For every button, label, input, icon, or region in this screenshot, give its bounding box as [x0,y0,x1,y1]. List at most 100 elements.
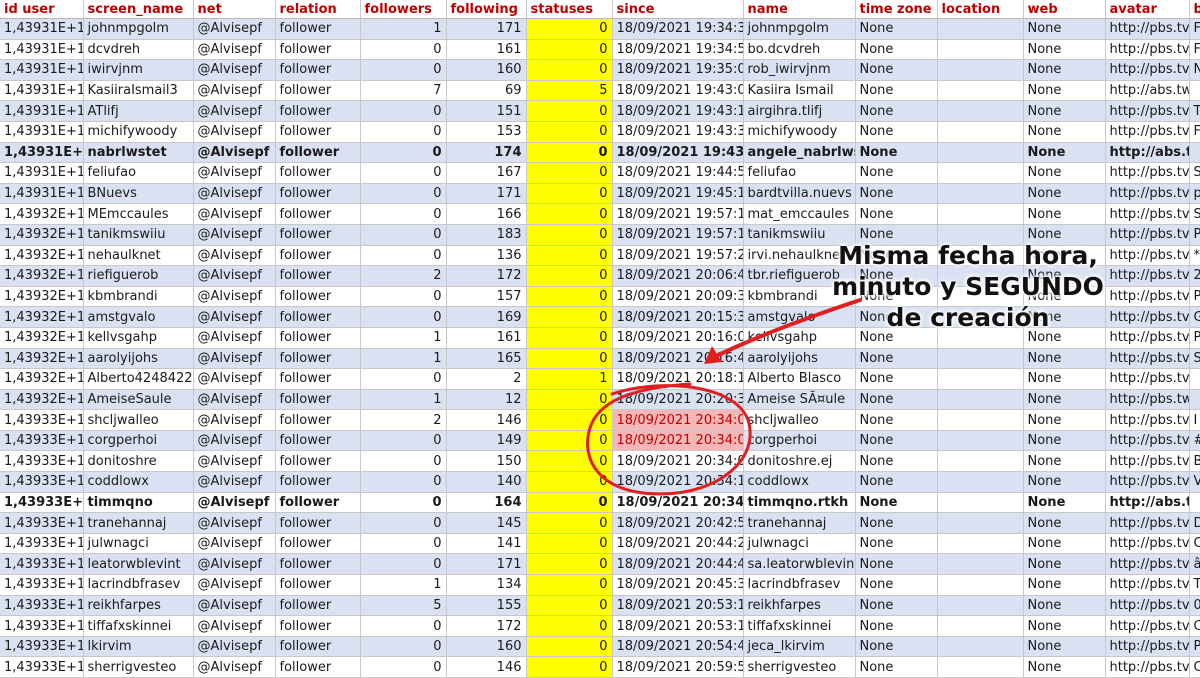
cell-location[interactable] [937,409,1024,431]
cell-net[interactable]: @Alvisepf [193,389,276,411]
cell-relation[interactable]: follower [275,492,361,514]
cell-web[interactable]: None [1023,203,1106,225]
cell-net[interactable]: @Alvisepf [193,100,276,122]
cell-location[interactable] [937,492,1024,514]
header-since[interactable]: since [612,0,744,19]
cell-following[interactable]: 171 [446,183,527,205]
cell-followers[interactable]: 0 [360,512,447,534]
cell-avatar[interactable]: http://pbs.tv [1105,183,1190,205]
cell-time-zone[interactable]: None [855,348,938,370]
cell-net[interactable]: @Alvisepf [193,59,276,81]
cell-net[interactable]: @Alvisepf [193,615,276,637]
cell-screen-name[interactable]: leatorwblevint [83,553,194,576]
cell-since[interactable]: 18/09/2021 19:43:35 [612,142,744,164]
cell-time-zone[interactable]: None [855,430,938,452]
cell-since[interactable]: 18/09/2021 19:57:15 [612,203,744,225]
cell-id-user[interactable]: 1,43933E+18 [0,430,84,452]
cell-net[interactable]: @Alvisepf [193,245,276,267]
cell-id-user[interactable]: 1,43931E+18 [0,39,84,61]
cell-relation[interactable]: follower [275,615,361,637]
cell-net[interactable]: @Alvisepf [193,656,276,678]
cell-web[interactable]: None [1023,430,1106,452]
cell-b[interactable]: 02 [1189,595,1200,617]
cell-name[interactable]: bardtvilla.nuevs [743,183,856,205]
cell-following[interactable]: 12 [446,389,527,411]
cell-since[interactable]: 18/09/2021 19:35:07 [612,59,744,81]
cell-followers[interactable]: 5 [360,595,447,617]
cell-statuses[interactable]: 0 [526,348,613,370]
cell-statuses[interactable]: 0 [526,18,613,40]
cell-avatar[interactable]: http://pbs.tv [1105,203,1190,225]
cell-time-zone[interactable]: None [855,142,938,164]
cell-location[interactable] [937,183,1024,205]
cell-avatar[interactable]: http://pbs.tv [1105,18,1190,40]
cell-following[interactable]: 183 [446,224,527,246]
cell-id-user[interactable]: 1,43931E+18 [0,59,84,81]
cell-net[interactable]: @Alvisepf [193,430,276,452]
cell-followers[interactable]: 0 [360,203,447,225]
cell-id-user[interactable]: 1,43933E+18 [0,512,84,534]
cell-b[interactable]: Be [1189,450,1200,473]
cell-web[interactable]: None [1023,615,1106,637]
cell-web[interactable]: None [1023,100,1106,122]
cell-statuses[interactable]: 0 [526,327,613,349]
cell-name[interactable]: timmqno.rtkh [743,492,856,514]
cell-id-user[interactable]: 1,43933E+18 [0,492,84,514]
cell-b[interactable]: #l [1189,430,1200,452]
cell-net[interactable]: @Alvisepf [193,512,276,534]
cell-id-user[interactable]: 1,43933E+18 [0,409,84,431]
cell-name[interactable]: airgihra.tlifj [743,100,856,122]
cell-location[interactable] [937,553,1024,576]
cell-followers[interactable]: 0 [360,100,447,122]
cell-time-zone[interactable]: None [855,203,938,225]
cell-id-user[interactable]: 1,43932E+18 [0,327,84,349]
cell-relation[interactable]: follower [275,348,361,370]
cell-relation[interactable]: follower [275,245,361,267]
cell-time-zone[interactable]: None [855,512,938,534]
cell-followers[interactable]: 0 [360,636,447,658]
cell-net[interactable]: @Alvisepf [193,183,276,205]
cell-location[interactable] [937,533,1024,555]
cell-avatar[interactable]: http://pbs.tv [1105,100,1190,122]
cell-following[interactable]: 161 [446,327,527,349]
cell-following[interactable]: 167 [446,162,527,184]
cell-screen-name[interactable]: coddlowx [83,471,194,493]
cell-since[interactable]: 18/09/2021 20:34:15 [612,471,744,493]
cell-web[interactable]: None [1023,121,1106,143]
cell-name[interactable]: lacrindbfrasev [743,574,856,596]
cell-location[interactable] [937,162,1024,184]
cell-relation[interactable]: follower [275,471,361,493]
cell-screen-name[interactable]: dcvdreh [83,39,194,61]
cell-following[interactable]: 174 [446,142,527,164]
cell-location[interactable] [937,18,1024,40]
cell-id-user[interactable]: 1,43931E+18 [0,183,84,205]
cell-followers[interactable]: 0 [360,245,447,267]
cell-following[interactable]: 171 [446,18,527,40]
cell-avatar[interactable]: http://pbs.tv [1105,574,1190,596]
cell-followers[interactable]: 0 [360,39,447,61]
cell-net[interactable]: @Alvisepf [193,368,276,390]
cell-id-user[interactable]: 1,43933E+18 [0,574,84,596]
cell-id-user[interactable]: 1,43931E+18 [0,18,84,40]
header-avatar[interactable]: avatar [1105,0,1190,19]
cell-name[interactable]: feliufao [743,162,856,184]
cell-web[interactable]: None [1023,595,1106,617]
cell-id-user[interactable]: 1,43933E+18 [0,595,84,617]
cell-statuses[interactable]: 0 [526,162,613,184]
cell-web[interactable]: None [1023,80,1106,102]
cell-time-zone[interactable]: None [855,574,938,596]
cell-relation[interactable]: follower [275,327,361,349]
cell-statuses[interactable]: 0 [526,142,613,164]
cell-location[interactable] [937,142,1024,164]
cell-screen-name[interactable]: tranehannaj [83,512,194,534]
cell-b[interactable]: Se [1189,348,1200,370]
cell-b[interactable]: Fi [1189,39,1200,61]
cell-since[interactable]: 18/09/2021 20:34:04 [612,409,744,431]
cell-net[interactable]: @Alvisepf [193,203,276,225]
header-screen-name[interactable]: screen_name [83,0,194,19]
cell-relation[interactable]: follower [275,265,361,287]
cell-statuses[interactable]: 0 [526,471,613,493]
cell-relation[interactable]: follower [275,636,361,658]
cell-time-zone[interactable]: None [855,471,938,493]
cell-avatar[interactable]: http://pbs.twim [1105,389,1190,411]
